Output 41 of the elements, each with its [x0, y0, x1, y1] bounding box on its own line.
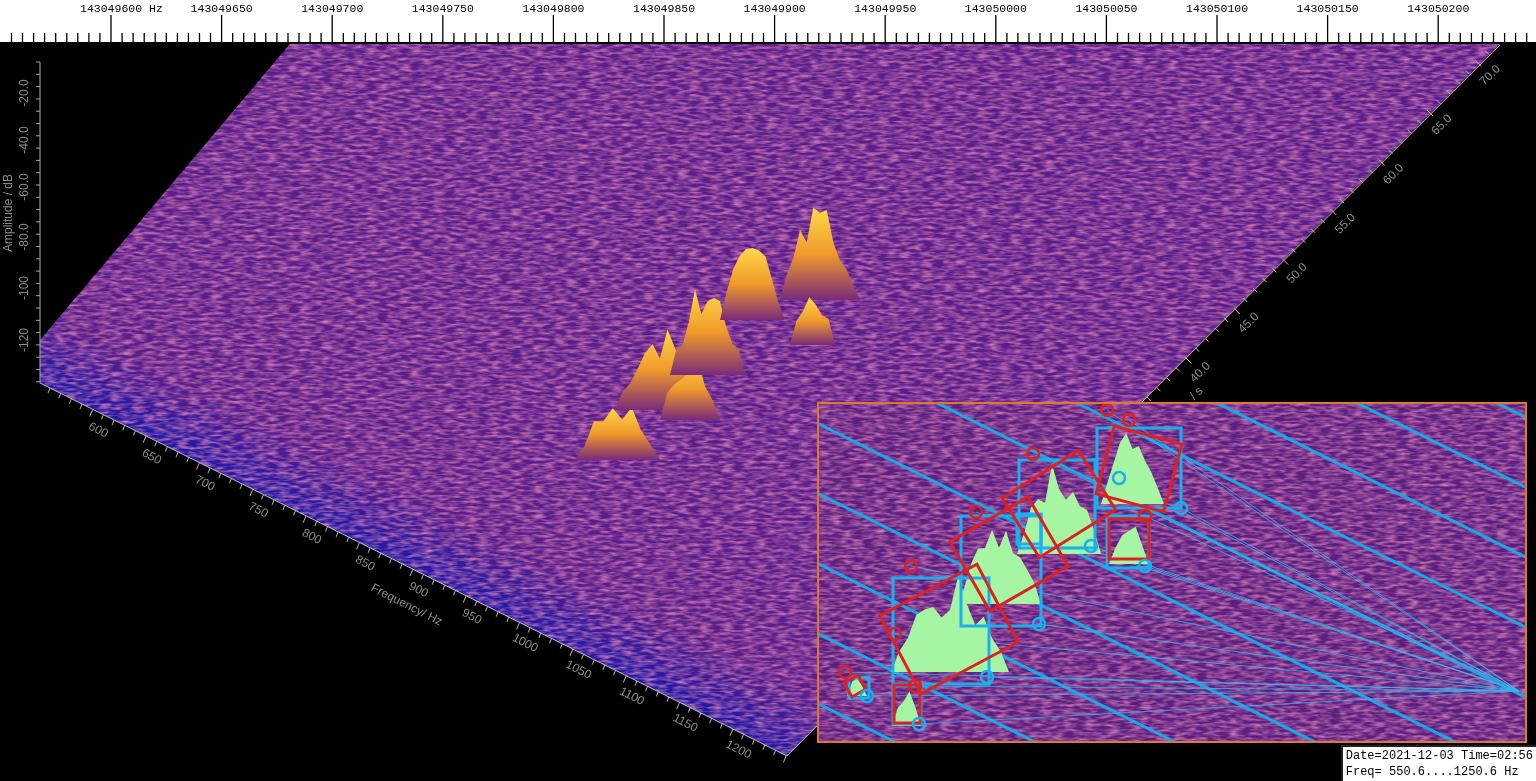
axis-tick-label: -80.0: [17, 223, 31, 251]
axis-tick-label: 1050: [563, 657, 594, 682]
ruler-label: 143049950: [854, 2, 917, 15]
ruler-label: 143049600 Hz: [80, 2, 163, 15]
info-line: Date=2021-12-03 Time=02:56: [1345, 748, 1533, 764]
ruler-label: 143050200: [1407, 2, 1470, 15]
axis-tick-label: 600: [86, 418, 111, 441]
axis-tick-label: -120: [17, 328, 31, 352]
ruler-label: 143049650: [190, 2, 253, 15]
ruler-label: 143049850: [633, 2, 696, 15]
axis-tick-label: 950: [459, 605, 485, 627]
axis-tick-label: 800: [299, 525, 325, 547]
ruler-label: 143049900: [743, 2, 806, 15]
axis-tick-label: 1000: [510, 630, 541, 656]
axis-tick-label: 1100: [617, 683, 647, 709]
axis-tick-label: 70.0: [1476, 61, 1503, 89]
axis-tick-label: 50.0: [1283, 259, 1310, 287]
axis-tick-label: 850: [353, 552, 378, 574]
axis-tick-label: -60.0: [17, 173, 31, 201]
axis-tick-label: 1150: [670, 710, 701, 735]
axis-title: Amplitude / dB: [1, 174, 15, 252]
axis-tick-label: -20.0: [17, 79, 31, 107]
ruler-label: 143050000: [964, 2, 1027, 15]
axis-title: / s: [1186, 383, 1206, 403]
ruler-label: 143049800: [522, 2, 585, 15]
axis-tick-label: 750: [246, 498, 271, 521]
axis-tick-label: 1200: [723, 736, 754, 762]
axis-tick-label: 700: [193, 472, 218, 494]
axis-tick-label: 65.0: [1428, 111, 1455, 138]
info-line: Freq= 550.6....1250.6 Hz: [1345, 764, 1520, 780]
ruler-label: 143050050: [1075, 2, 1138, 15]
ruler-label: 143050100: [1186, 2, 1249, 15]
axis-tick-label: 40.0: [1186, 358, 1214, 386]
ruler-label: 143049750: [411, 2, 474, 15]
axis-tick-label: -100: [17, 276, 31, 300]
axis-tick-label: -40.0: [17, 126, 31, 154]
axis-tick-label: 650: [139, 445, 164, 468]
ruler-label: 143049700: [301, 2, 364, 15]
ruler-label: 143050150: [1296, 2, 1359, 15]
axis-tick-label: 45.0: [1235, 309, 1262, 336]
axis-tick-label: 60.0: [1380, 160, 1407, 188]
